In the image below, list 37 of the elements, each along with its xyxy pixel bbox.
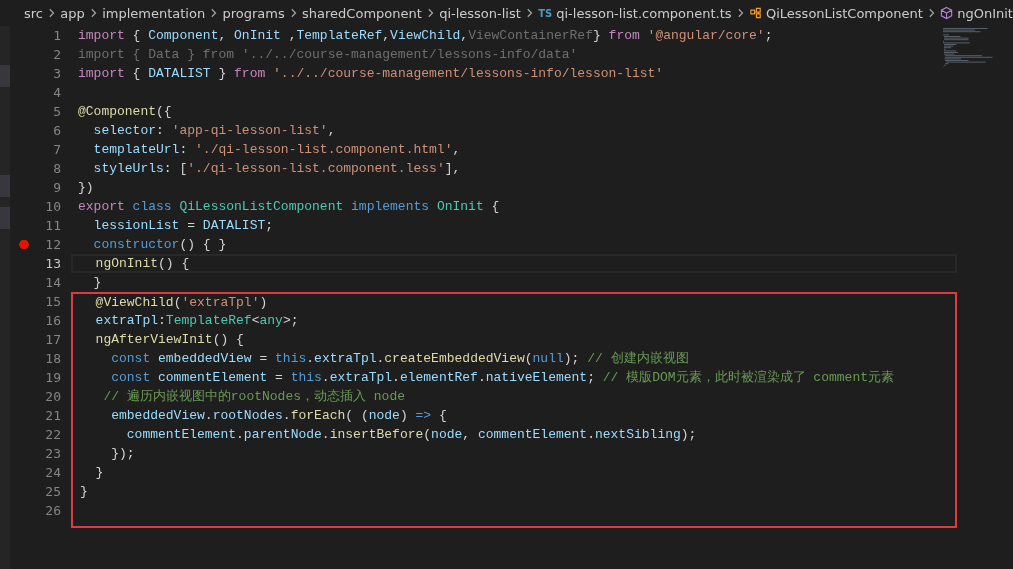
code-line: 22 commentElement.parentNode.insertBefore(node, commentElement.nextSibling);	[10, 425, 957, 444]
breadcrumb-item[interactable]: app	[60, 5, 85, 21]
code-line: 2 import { Data } from '../../course-management/lessons-info/data'	[52, 46, 579, 64]
breadcrumb-item[interactable]: QiLessonListComponent	[766, 5, 923, 21]
breadcrumb-item[interactable]: implementation	[102, 5, 206, 21]
code-line: 10 export class QiLessonListComponent implements OnInit {	[44, 198, 501, 216]
breadcrumb-item[interactable]: qi-lesson-list	[439, 5, 521, 21]
code-line: 21 embeddedView.rootNodes.forEach( (node) => {	[10, 406, 957, 425]
code-line: 9 })	[52, 179, 95, 197]
code-line: 16 extraTpl:TemplateRef<any>;	[10, 311, 957, 330]
code-line: 17 ngAfterViewInit() {	[10, 330, 957, 349]
typescript-label: TS	[538, 7, 553, 19]
breadcrumb-item[interactable]: ngOnInit	[957, 5, 1013, 21]
code-line: 18 const embeddedView = this.extraTpl.createEmbeddedView(null); // 创建内嵌视图	[10, 349, 957, 368]
class-icon	[748, 6, 762, 20]
code-line: 4	[52, 84, 62, 102]
code-line: 12 constructor() { }	[10, 235, 957, 254]
code-line: 11 lessionList = DATALIST;	[44, 217, 275, 235]
code-line: 25 }	[10, 482, 957, 501]
code-line: 5 @Component({	[52, 103, 173, 121]
chevron-icon	[47, 8, 57, 18]
breadcrumb-item[interactable]: sharedComponent	[302, 5, 422, 21]
code-line: 23 });	[10, 444, 957, 463]
code-line: 14 }	[44, 274, 103, 292]
code-line: 24 }	[10, 463, 957, 482]
breadcrumb-item[interactable]: src	[24, 5, 43, 21]
chevron-icon	[209, 8, 219, 18]
code-line: 20 // 遍历内嵌视图中的rootNodes，动态插入 node	[10, 387, 957, 406]
code-line: 7 templateUrl: './qi-lesson-list.component.html',	[52, 141, 462, 159]
code-line: 8 styleUrls: ['./qi-lesson-list.component.less'],	[52, 160, 462, 178]
breadcrumb-item[interactable]: qi-lesson-list.component.ts	[556, 5, 732, 21]
breadcrumb-item[interactable]: programs	[222, 5, 285, 21]
cube-icon	[940, 6, 954, 20]
code-line: 1 import { Component, OnInit ,TemplateRef,ViewChild,ViewContainerRef} from '@angular/core';	[52, 27, 774, 45]
code-line: 6 selector: 'app-qi-lesson-list',	[52, 122, 337, 140]
code-line: 3 import { DATALIST } from '../../course-management/lessons-info/lesson-list'	[52, 65, 665, 83]
code-line: 19 const commentElement = this.extraTpl.elementRef.nativeElement; // 模版DOM元素，此时被渲染成了 comment元素	[10, 368, 957, 387]
